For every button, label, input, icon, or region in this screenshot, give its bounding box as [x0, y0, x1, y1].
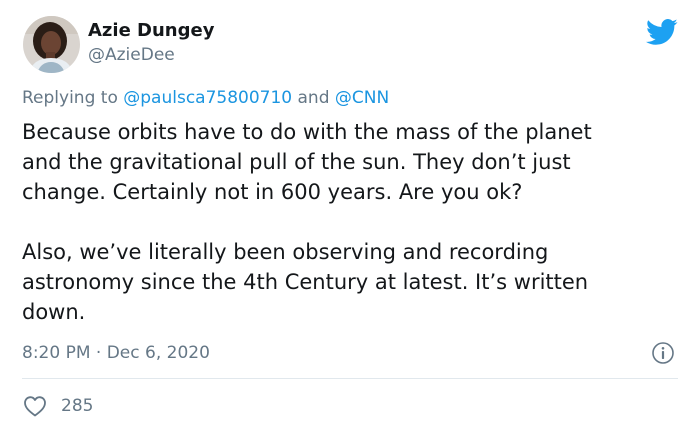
replying-to-prefix: Replying to [22, 88, 124, 108]
paragraph-spacer [22, 207, 687, 237]
author-display-name[interactable]: Azie Dungey [88, 20, 214, 41]
tweet-line: astronomy since the 4th Century at lates… [22, 270, 589, 294]
tweet-line: Also, we’ve literally been observing and… [22, 240, 549, 264]
tweet-line: change. Certainly not in 600 years. Are … [22, 180, 523, 204]
tweet-timestamp[interactable]: 8:20 PM · Dec 6, 2020 [22, 343, 210, 363]
tweet-line: down. [22, 300, 86, 324]
twitter-bird-icon[interactable] [646, 19, 678, 45]
heart-icon[interactable] [23, 395, 47, 417]
mention-link-cnn[interactable]: @CNN [335, 88, 389, 108]
author-handle[interactable]: @AzieDee [88, 45, 175, 65]
mention-link-paulsca[interactable]: @paulsca75800710 [123, 88, 292, 108]
avatar-image [23, 16, 80, 73]
replying-to-line: Replying to @paulsca75800710 and @CNN [22, 88, 389, 108]
like-count[interactable]: 285 [61, 396, 93, 416]
replying-to-joiner: and [292, 88, 335, 108]
info-icon[interactable] [651, 341, 675, 365]
tweet-line: and the gravitational pull of the sun. T… [22, 150, 571, 174]
tweet-line: Because orbits have to do with the mass … [22, 120, 592, 144]
tweet-text: Because orbits have to do with the mass … [22, 117, 687, 327]
avatar[interactable] [23, 16, 80, 73]
divider [22, 378, 678, 379]
